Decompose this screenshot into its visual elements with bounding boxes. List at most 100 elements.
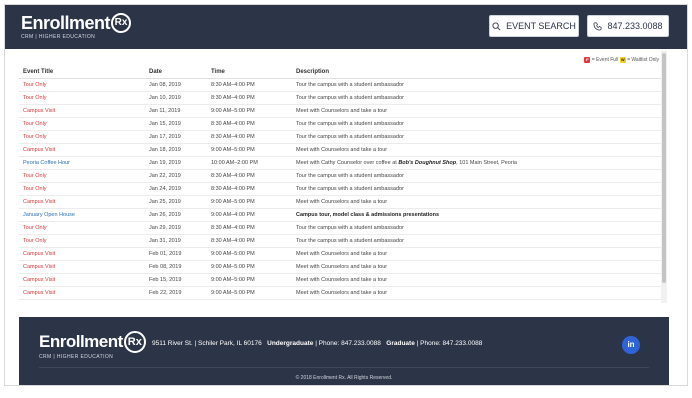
event-title-link[interactable]: Tour Only — [19, 234, 145, 248]
event-time: 8:30 AM–4:00 PM — [207, 78, 292, 92]
description-text: Tour the campus with a student ambassado… — [296, 225, 404, 231]
event-title-link[interactable]: Campus Visit — [19, 104, 145, 118]
event-title-link[interactable]: Campus Visit — [19, 260, 145, 274]
footer-grad-label: Graduate — [386, 340, 415, 347]
event-date: Jan 11, 2019 — [145, 104, 207, 118]
event-date: Jan 18, 2019 — [145, 143, 207, 157]
event-time: 9:00 AM–5:00 PM — [207, 273, 292, 287]
event-description: Tour the campus with a student ambassado… — [292, 221, 661, 235]
footer-address: 9511 River St. | Schiler Park, IL 60176 — [152, 340, 262, 347]
event-title-link[interactable]: January Open House — [19, 208, 145, 222]
event-date: Jan 29, 2019 — [145, 221, 207, 235]
description-text: Tour the campus with a student ambassado… — [296, 238, 404, 244]
table-row: Tour Only Jan 15, 2019 8:30 AM–4:00 PM Tour… — [19, 117, 661, 131]
brand-tagline: CRM | HIGHER EDUCATION — [21, 34, 96, 40]
waitlist-text: = Waitlist Only — [627, 57, 659, 63]
event-description: Tour the campus with a student ambassado… — [292, 182, 661, 196]
table-row: Campus Visit Jan 11, 2019 9:00 AM–5:00 PM M… — [19, 104, 661, 118]
event-full-marker: F — [584, 57, 591, 63]
table-row: Tour Only Jan 29, 2019 8:30 AM–4:00 PM Tour… — [19, 221, 661, 235]
footer-brand-badge: Rx — [123, 331, 146, 353]
event-description: Tour the campus with a student ambassado… — [292, 234, 661, 248]
column-header-date: Date — [145, 65, 207, 79]
events-table: Event Title Date Time Description Tour O… — [19, 65, 661, 300]
table-row: Tour Only Jan 31, 2019 8:30 AM–4:00 PM Tour… — [19, 234, 661, 248]
site-header: Enrollment Rx CRM | HIGHER EDUCATION EVEN… — [5, 5, 687, 49]
event-title-link[interactable]: Campus Visit — [19, 143, 145, 157]
event-search-button[interactable]: EVENT SEARCH — [489, 15, 579, 37]
copyright-text: © 2018 Enrollment Rx. All Rights Reserve… — [295, 375, 393, 381]
description-text: Tour the campus with a student ambassado… — [296, 134, 404, 140]
event-description: Tour the campus with a student ambassado… — [292, 130, 661, 144]
event-date: Feb 08, 2019 — [145, 260, 207, 274]
event-title-link[interactable]: Campus Visit — [19, 286, 145, 300]
event-description: Tour the campus with a student ambassado… — [292, 78, 661, 92]
event-time: 9:00 AM–5:00 PM — [207, 247, 292, 261]
table-row: Campus Visit Feb 15, 2019 9:00 AM–5:00 PM M… — [19, 273, 661, 287]
event-description: Meet with Counselors and take a tour — [292, 143, 661, 157]
description-text: Tour the campus with a student ambassado… — [296, 95, 404, 101]
event-title-link[interactable]: Campus Visit — [19, 273, 145, 287]
scrollbar-thumb[interactable] — [662, 53, 666, 283]
description-text: Tour the campus with a student ambassado… — [296, 186, 404, 192]
event-description: Meet with Counselors and take a tour — [292, 260, 661, 274]
footer-grad-phone: | Phone: 847.233.0088 — [416, 340, 483, 347]
linkedin-icon[interactable]: in — [622, 336, 640, 354]
table-row: Campus Visit Feb 22, 2019 9:00 AM–5:00 PM M… — [19, 286, 661, 300]
event-description: Meet with Counselors and take a tour — [292, 286, 661, 300]
description-text: Tour the campus with a student ambassado… — [296, 173, 404, 179]
footer-undergrad-phone: | Phone: 847.233.0088 — [315, 340, 381, 347]
event-title-link[interactable]: Peoria Coffee Hour — [19, 156, 145, 170]
description-text: Meet with Counselors and take a tour — [296, 147, 388, 153]
brand-logo[interactable]: Enrollment Rx CRM | HIGHER EDUCATION — [21, 13, 132, 40]
event-time: 9:00 AM–5:00 PM — [207, 286, 292, 300]
description-text: Tour the campus with a student ambassado… — [296, 121, 404, 127]
table-row: Campus Visit Jan 25, 2019 9:00 AM–5:00 PM M… — [19, 195, 661, 209]
event-title-link[interactable]: Campus Visit — [19, 247, 145, 261]
footer-undergrad-label: Undergraduate — [267, 340, 314, 347]
site-footer: Enrollment Rx CRM | HIGHER EDUCATION 9511… — [19, 317, 669, 385]
search-icon — [492, 21, 501, 30]
event-date: Jan 25, 2019 — [145, 195, 207, 209]
phone-button[interactable]: 847.233.0088 — [587, 15, 669, 37]
table-row: Tour Only Jan 08, 2019 8:30 AM–4:00 PM Tour… — [19, 78, 661, 92]
event-time: 8:30 AM–4:00 PM — [207, 221, 292, 235]
event-date: Jan 19, 2019 — [145, 156, 207, 170]
event-title-link[interactable]: Tour Only — [19, 78, 145, 92]
table-row: Tour Only Jan 10, 2019 8:30 AM–4:00 PM Tour… — [19, 91, 661, 105]
event-title-link[interactable]: Tour Only — [19, 117, 145, 131]
description-text-after: , 101 Main Street, Peoria — [456, 160, 517, 166]
event-description: Meet with Counselors and take a tour — [292, 273, 661, 287]
column-header-description: Description — [292, 65, 661, 79]
event-date: Jan 15, 2019 — [145, 117, 207, 131]
description-highlight: Campus tour, model class & admissions pr… — [296, 212, 440, 218]
event-title-link[interactable]: Campus Visit — [19, 195, 145, 209]
event-search-label: EVENT SEARCH — [506, 21, 576, 31]
brand-badge: Rx — [111, 13, 132, 33]
event-time: 10:00 AM–2:00 PM — [207, 156, 292, 170]
event-date: Feb 22, 2019 — [145, 286, 207, 300]
event-title-link[interactable]: Tour Only — [19, 169, 145, 183]
description-text: Meet with Cathy Counselor over coffee at — [296, 160, 399, 166]
event-date: Feb 15, 2019 — [145, 273, 207, 287]
phone-icon — [594, 22, 602, 30]
description-text: Meet with Counselors and take a tour — [296, 108, 388, 114]
description-text: Meet with Counselors and take a tour — [296, 199, 388, 205]
footer-brand-tagline: CRM | HIGHER EDUCATION — [39, 354, 114, 360]
event-time: 9:00 AM–5:00 PM — [207, 260, 292, 274]
event-time: 8:30 AM–4:00 PM — [207, 130, 292, 144]
table-row: Peoria Coffee Hour Jan 19, 2019 10:00 AM–2… — [19, 156, 661, 170]
description-text: Meet with Counselors and take a tour — [296, 251, 388, 257]
table-row: Tour Only Jan 17, 2019 8:30 AM–4:00 PM Tour… — [19, 130, 661, 144]
event-title-link[interactable]: Tour Only — [19, 91, 145, 105]
table-row: Campus Visit Feb 01, 2019 9:00 AM–5:00 PM M… — [19, 247, 661, 261]
footer-logo[interactable]: Enrollment Rx CRM | HIGHER EDUCATION — [39, 331, 146, 360]
event-description: Meet with Cathy Counselor over coffee at… — [292, 156, 661, 170]
event-description: Campus tour, model class & admissions pr… — [292, 208, 661, 222]
phone-label: 847.233.0088 — [607, 21, 663, 31]
event-title-link[interactable]: Tour Only — [19, 182, 145, 196]
event-description: Tour the campus with a student ambassado… — [292, 117, 661, 131]
event-title-link[interactable]: Tour Only — [19, 221, 145, 235]
browser-viewport: Enrollment Rx CRM | HIGHER EDUCATION EVEN… — [4, 4, 688, 386]
event-title-link[interactable]: Tour Only — [19, 130, 145, 144]
